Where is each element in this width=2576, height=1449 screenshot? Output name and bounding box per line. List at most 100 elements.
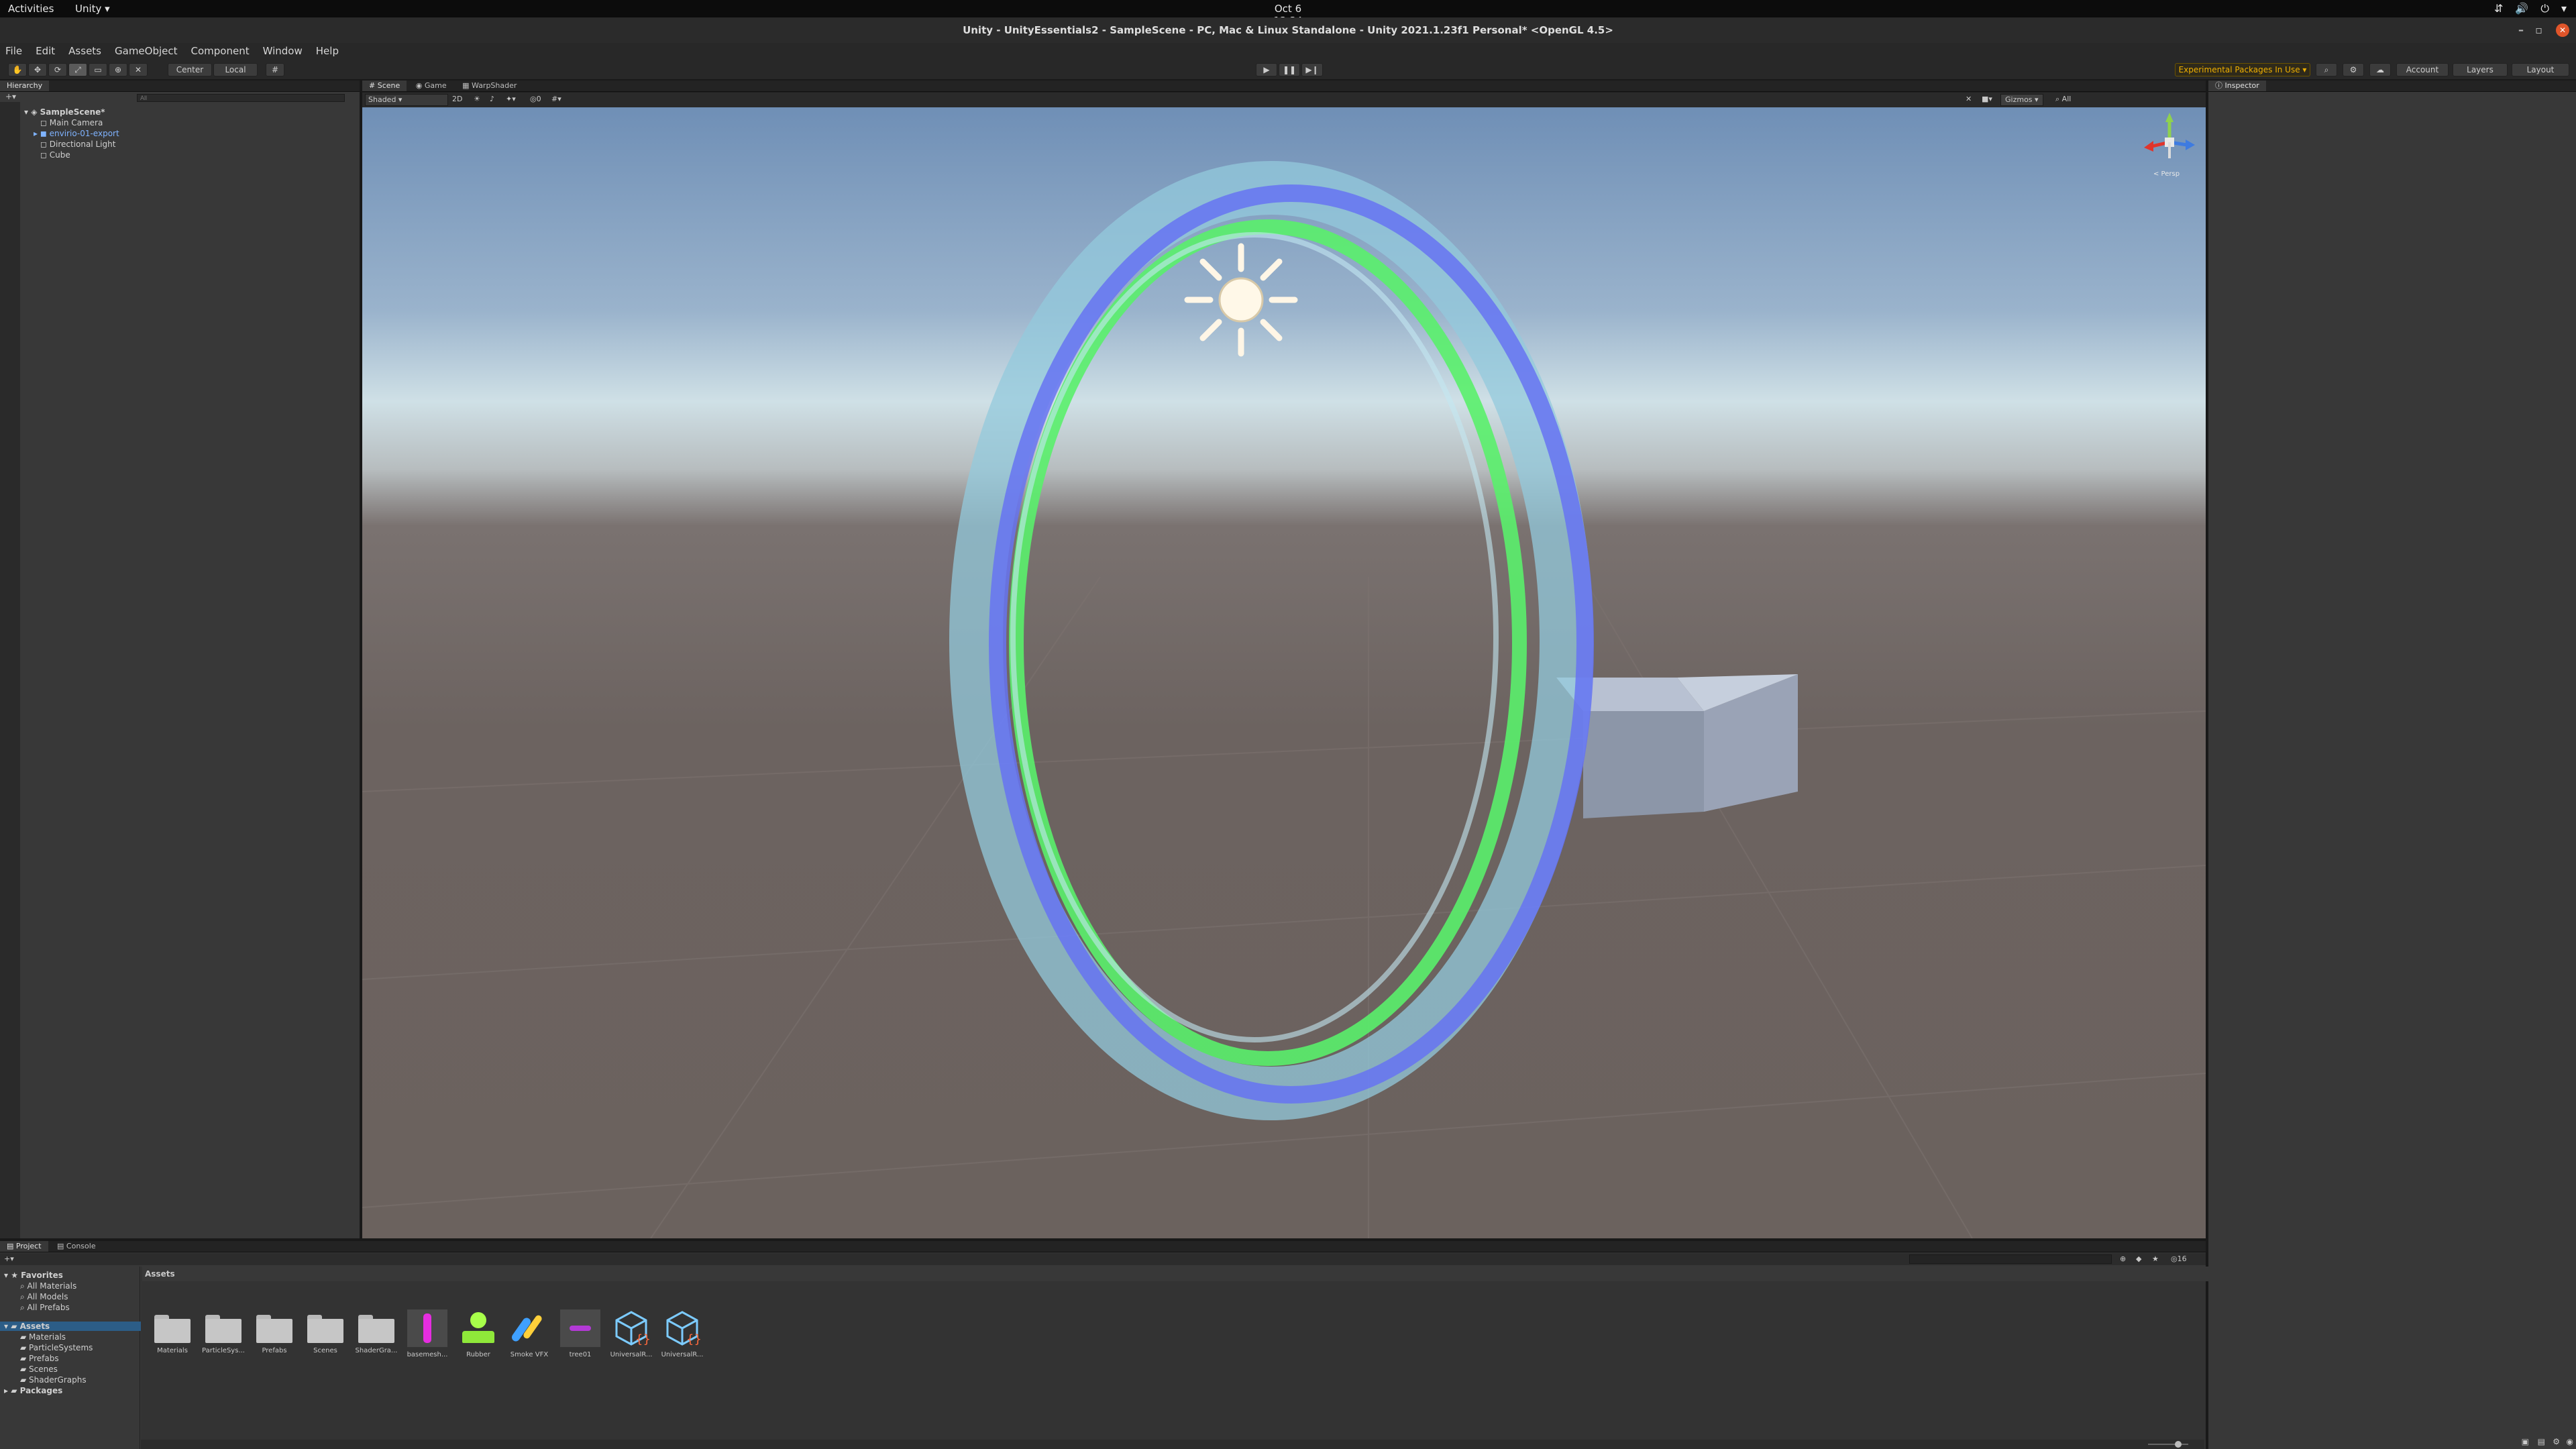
transform-tool-icon[interactable]: ⊕ — [109, 63, 127, 76]
favorite-all-prefabs[interactable]: ⌕ All Prefabs — [20, 1303, 70, 1313]
asset-basemesh[interactable]: basemesh... — [404, 1309, 451, 1358]
tree-folder-materials[interactable]: ▰ Materials — [20, 1332, 66, 1342]
tree-folder-scenes[interactable]: ▰ Scenes — [20, 1364, 58, 1374]
asset-folder-scenes[interactable]: Scenes — [302, 1315, 349, 1354]
hierarchy-item-directional-light[interactable]: ◻ Directional Light — [40, 140, 115, 149]
menu-window[interactable]: Window — [263, 43, 303, 59]
maximize-icon[interactable]: ▫ — [2535, 17, 2542, 43]
layers-dropdown[interactable]: Layers — [2453, 63, 2508, 76]
favorites-node[interactable]: ▾ ★ Favorites — [4, 1271, 63, 1280]
asset-urp-asset-2[interactable]: {} UniversalR... — [659, 1311, 706, 1358]
scene-root-item[interactable]: ▾ ◈ SampleScene* — [24, 107, 105, 117]
grid-toggle-icon[interactable]: #▾ — [551, 93, 561, 106]
menu-gameobject[interactable]: GameObject — [115, 43, 178, 59]
play-button[interactable]: ▶ — [1256, 63, 1277, 76]
hierarchy-item-cube[interactable]: ◻ Cube — [40, 150, 70, 160]
tab-inspector[interactable]: ⓘ Inspector — [2208, 80, 2266, 91]
directional-light-gizmo[interactable] — [1184, 243, 1298, 357]
asset-urp-asset-1[interactable]: {} UniversalR... — [608, 1311, 655, 1358]
menu-assets[interactable]: Assets — [68, 43, 101, 59]
hidden-objects-icon[interactable]: ◎0 — [530, 93, 541, 106]
2d-toggle-icon[interactable]: 2D — [452, 93, 462, 106]
account-dropdown[interactable]: Account — [2396, 63, 2449, 76]
tree-folder-prefabs[interactable]: ▰ Prefabs — [20, 1354, 59, 1363]
cloud-icon[interactable]: ☁ — [2369, 63, 2391, 76]
hierarchy-item-main-camera[interactable]: ◻ Main Camera — [40, 118, 103, 127]
layout-dropdown[interactable]: Layout — [2512, 63, 2569, 76]
hierarchy-search-input[interactable] — [137, 94, 345, 102]
favorite-all-models[interactable]: ⌕ All Models — [20, 1292, 68, 1302]
scale-tool-icon[interactable]: ⤢ — [68, 63, 87, 76]
hand-tool-icon[interactable]: ✋ — [8, 63, 27, 76]
tools-icon[interactable]: ✕ — [1966, 93, 1972, 106]
ring-mesh[interactable] — [949, 161, 1594, 1120]
cache-icon[interactable]: ▤ — [2538, 1437, 2545, 1446]
orientation-gizmo[interactable] — [2144, 113, 2195, 158]
tree-folder-particlesystems[interactable]: ▰ ParticleSystems — [20, 1343, 93, 1352]
add-asset-icon[interactable]: +▾ — [4, 1253, 14, 1265]
scene-viewport[interactable]: < Persp — [362, 107, 2206, 1238]
tab-warpshader[interactable]: ▦ WarpShader — [455, 80, 523, 91]
grid-snap-icon[interactable]: # — [266, 63, 284, 76]
rect-tool-icon[interactable]: ▭ — [89, 63, 107, 76]
menu-help[interactable]: Help — [316, 43, 339, 59]
filter-type-icon[interactable]: ⊕ — [2120, 1253, 2126, 1265]
close-icon[interactable]: ✕ — [2556, 23, 2569, 37]
filter-label-icon[interactable]: ◆ — [2136, 1253, 2141, 1265]
tab-scene[interactable]: # Scene — [362, 80, 407, 91]
favorite-all-materials[interactable]: ⌕ All Materials — [20, 1281, 76, 1291]
gizmos-dropdown[interactable]: Gizmos ▾ — [2000, 94, 2043, 106]
network-icon[interactable]: ⇵ — [2494, 2, 2503, 15]
project-search-input[interactable] — [1909, 1254, 2112, 1264]
favorite-icon[interactable]: ★ — [2152, 1253, 2159, 1265]
audio-toggle-icon[interactable]: ♪ — [490, 93, 494, 106]
collab-icon[interactable]: ⚙ — [2553, 1437, 2560, 1446]
tab-console[interactable]: ▤ Console — [50, 1241, 103, 1252]
asset-folder-shadergraphs[interactable]: ShaderGra... — [353, 1315, 400, 1354]
asset-folder-prefabs[interactable]: Prefabs — [251, 1315, 298, 1354]
chevron-down-icon[interactable]: ▾ — [2561, 2, 2567, 15]
breadcrumb[interactable]: Assets — [142, 1267, 2208, 1281]
assets-node[interactable]: ▾ ▰ Assets — [0, 1322, 142, 1331]
pivot-local-button[interactable]: Local — [213, 63, 258, 76]
progress-icon[interactable]: ▣ — [2522, 1437, 2529, 1446]
rotate-tool-icon[interactable]: ⟳ — [48, 63, 67, 76]
asset-folder-particlesystems[interactable]: ParticleSys... — [200, 1315, 247, 1354]
cube-mesh[interactable] — [1556, 674, 1798, 818]
search-icon[interactable]: ⌕ — [2316, 63, 2337, 76]
icon-size-slider-handle[interactable] — [2175, 1441, 2182, 1448]
step-button[interactable]: ▶❙ — [1301, 63, 1323, 76]
gear-icon[interactable]: ⚙ — [2343, 63, 2364, 76]
asset-tree01[interactable]: tree01 — [557, 1309, 604, 1358]
move-tool-icon[interactable]: ✥ — [28, 63, 47, 76]
tab-project[interactable]: ▤ Project — [0, 1241, 48, 1252]
packages-node[interactable]: ▸ ▰ Packages — [4, 1386, 62, 1395]
pivot-center-button[interactable]: Center — [168, 63, 212, 76]
menu-edit[interactable]: Edit — [36, 43, 55, 59]
asset-smoke-vfx[interactable]: Smoke VFX — [506, 1313, 553, 1358]
camera-settings-icon[interactable]: ■▾ — [1982, 93, 1992, 106]
menu-file[interactable]: File — [5, 43, 22, 59]
menu-component[interactable]: Component — [191, 43, 250, 59]
custom-tool-icon[interactable]: ✕ — [129, 63, 148, 76]
icon-size-slider[interactable] — [2148, 1444, 2188, 1445]
tab-game[interactable]: ◉ Game — [409, 80, 453, 91]
power-icon[interactable]: ⏻ — [2540, 2, 2549, 15]
shading-mode-dropdown[interactable]: Shaded ▾ — [365, 94, 448, 106]
gizmo-search-input[interactable]: ⌕ All — [2055, 93, 2071, 106]
app-menu[interactable]: Unity ▾ — [75, 3, 110, 15]
add-icon[interactable]: +▾ — [5, 92, 16, 101]
activities-button[interactable]: Activities — [8, 3, 54, 15]
tab-hierarchy[interactable]: Hierarchy — [0, 80, 50, 91]
hierarchy-item-envirio[interactable]: ▸ ◼ envirio-01-export — [34, 129, 119, 138]
volume-icon[interactable]: 🔊 — [2515, 2, 2528, 15]
asset-rubber[interactable]: Rubber — [455, 1312, 502, 1358]
minimize-icon[interactable]: – — [2518, 17, 2524, 43]
effects-toggle-icon[interactable]: ✦▾ — [506, 93, 516, 106]
lighting-toggle-icon[interactable]: ☀ — [474, 93, 480, 106]
pause-button[interactable]: ❚❚ — [1279, 63, 1300, 76]
notification-icon[interactable]: ◉ — [2567, 1437, 2573, 1446]
projection-label[interactable]: < Persp — [2153, 170, 2180, 178]
asset-folder-materials[interactable]: Materials — [149, 1315, 196, 1354]
experimental-packages-badge[interactable]: Experimental Packages In Use ▾ — [2175, 63, 2310, 76]
